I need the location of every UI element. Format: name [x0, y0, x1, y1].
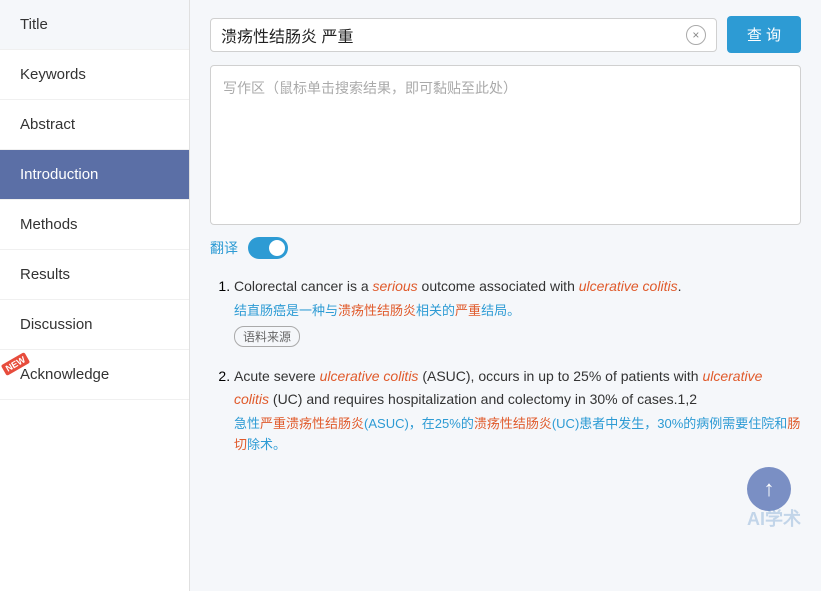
sidebar-item-label: Acknowledge: [20, 366, 109, 383]
results-list: Colorectal cancer is a serious outcome a…: [210, 275, 801, 474]
result-en-1: Colorectal cancer is a serious outcome a…: [234, 275, 801, 297]
sidebar-item-label: Discussion: [20, 316, 93, 333]
sidebar-item-label: Results: [20, 266, 70, 283]
sidebar-item-title[interactable]: Title: [0, 0, 189, 50]
source-tag-1[interactable]: 语料来源: [234, 326, 300, 347]
sidebar-item-label: Abstract: [20, 116, 75, 133]
sidebar-item-label: Methods: [20, 216, 78, 233]
result-cn-1: 结直肠癌是一种与溃疡性结肠炎相关的严重结局。: [234, 301, 801, 322]
result-cn-2: 急性严重溃疡性结肠炎(ASUC)，在25%的溃疡性结肠炎(UC)患者中发生，30…: [234, 414, 801, 456]
translate-label: 翻译: [210, 238, 238, 258]
scroll-top-button[interactable]: ↑: [747, 467, 791, 511]
sidebar-item-introduction[interactable]: Introduction: [0, 150, 189, 200]
translate-row: 翻译: [210, 237, 801, 259]
main-content: × 查 询 写作区（鼠标单击搜索结果，即可黏贴至此处） 翻译 Colorecta…: [190, 0, 821, 591]
sidebar: Title Keywords Abstract Introduction Methods…: [0, 0, 190, 591]
result-item-2: Acute severe ulcerative colitis (ASUC), …: [234, 365, 801, 455]
query-button[interactable]: 查 询: [727, 16, 801, 53]
sidebar-item-discussion[interactable]: Discussion: [0, 300, 189, 350]
toggle-knob: [269, 240, 285, 256]
translate-toggle[interactable]: [248, 237, 288, 259]
sidebar-item-label: Keywords: [20, 66, 86, 83]
sidebar-item-label: Title: [20, 16, 48, 33]
sidebar-item-methods[interactable]: Methods: [0, 200, 189, 250]
sidebar-item-results[interactable]: Results: [0, 250, 189, 300]
search-input[interactable]: [221, 26, 686, 44]
clear-button[interactable]: ×: [686, 25, 706, 45]
sidebar-item-acknowledge[interactable]: NEWAcknowledge: [0, 350, 189, 400]
writing-area[interactable]: 写作区（鼠标单击搜索结果，即可黏贴至此处）: [210, 65, 801, 225]
sidebar-item-abstract[interactable]: Abstract: [0, 100, 189, 150]
search-input-wrapper: ×: [210, 18, 717, 52]
result-en-2: Acute severe ulcerative colitis (ASUC), …: [234, 365, 801, 410]
search-bar: × 查 询: [210, 16, 801, 53]
writing-placeholder: 写作区（鼠标单击搜索结果，即可黏贴至此处）: [223, 80, 517, 96]
sidebar-item-label: Introduction: [20, 166, 98, 183]
result-item: Colorectal cancer is a serious outcome a…: [234, 275, 801, 347]
sidebar-item-keywords[interactable]: Keywords: [0, 50, 189, 100]
